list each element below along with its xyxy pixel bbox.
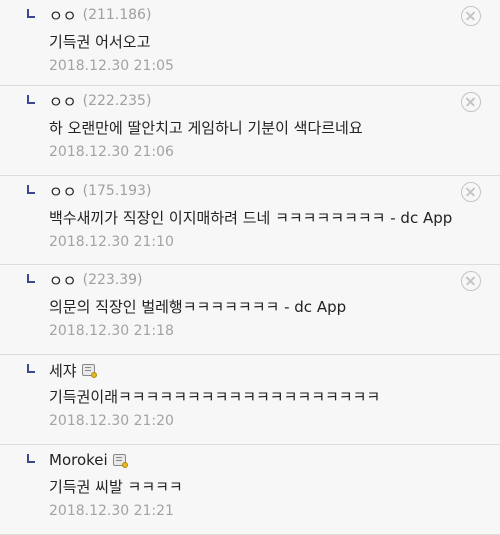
reply-arrow-icon [27, 95, 35, 104]
comment-text: 기득권 어서오고 [49, 33, 151, 51]
comment-text: 하 오랜만에 딸안치고 게임하니 기분이 색다르네요 [49, 119, 363, 137]
comment-text: 의문의 직장인 벌레행ㅋㅋㅋㅋㅋㅋㅋ - dc App [49, 298, 347, 316]
comment-text: 기득권 씨발 ㅋㅋㅋㅋ [49, 478, 183, 496]
comment-author-line: ㅇㅇ (223.39) [49, 269, 143, 291]
delete-comment-button[interactable] [461, 182, 481, 202]
comment-text: 백수새끼가 직장인 이지매하려 드네 ㅋㅋㅋㅋㅋㅋㅋㅋ - dc App [49, 209, 453, 227]
comment-item: 세쟈 기득권이래ㅋㅋㅋㅋㅋㅋㅋㅋㅋㅋㅋㅋㅋㅋㅋㅋㅋㅋㅋ 2018.12.30 2… [0, 355, 500, 445]
comment-date: 2018.12.30 21:20 [49, 413, 174, 429]
comment-author-line: ㅇㅇ (211.186) [49, 4, 151, 26]
reply-arrow-icon [27, 185, 35, 194]
comment-ip: (223.39) [82, 272, 143, 288]
reply-arrow-icon [27, 9, 35, 18]
comment-text: 기득권이래ㅋㅋㅋㅋㅋㅋㅋㅋㅋㅋㅋㅋㅋㅋㅋㅋㅋㅋㅋ [49, 388, 381, 406]
comment-ip: (222.235) [82, 93, 152, 109]
comment-author[interactable]: ㅇㅇ [49, 270, 77, 291]
comment-date: 2018.12.30 21:18 [49, 323, 174, 339]
delete-comment-button[interactable] [461, 271, 481, 291]
comment-ip: (211.186) [82, 7, 152, 23]
reply-arrow-icon [27, 454, 35, 463]
comment-author[interactable]: Morokei [49, 451, 108, 469]
comment-author[interactable]: ㅇㅇ [49, 91, 77, 112]
comment-list: ㅇㅇ (211.186) 기득권 어서오고 2018.12.30 21:05 ㅇ… [0, 0, 500, 535]
comment-ip: (175.193) [82, 183, 152, 199]
comment-author-line: ㅇㅇ (175.193) [49, 180, 151, 202]
comment-item: ㅇㅇ (223.39) 의문의 직장인 벌레행ㅋㅋㅋㅋㅋㅋㅋ - dc App … [0, 265, 500, 355]
comment-author-line: Morokei [49, 449, 128, 471]
comment-item: ㅇㅇ (222.235) 하 오랜만에 딸안치고 게임하니 기분이 색다르네요 … [0, 86, 500, 176]
comment-author-line: 세쟈 [49, 359, 97, 381]
gallog-memo-icon[interactable] [112, 454, 128, 468]
delete-comment-button[interactable] [461, 6, 481, 26]
comment-author[interactable]: ㅇㅇ [49, 5, 77, 26]
comment-item: ㅇㅇ (211.186) 기득권 어서오고 2018.12.30 21:05 [0, 0, 500, 86]
comment-date: 2018.12.30 21:10 [49, 234, 174, 250]
delete-comment-button[interactable] [461, 92, 481, 112]
reply-arrow-icon [27, 364, 35, 373]
comment-date: 2018.12.30 21:21 [49, 503, 174, 519]
comment-date: 2018.12.30 21:05 [49, 58, 174, 74]
reply-arrow-icon [27, 274, 35, 283]
comment-item: ㅇㅇ (175.193) 백수새끼가 직장인 이지매하려 드네 ㅋㅋㅋㅋㅋㅋㅋㅋ… [0, 176, 500, 265]
comment-author-line: ㅇㅇ (222.235) [49, 90, 151, 112]
comment-item: Morokei 기득권 씨발 ㅋㅋㅋㅋ 2018.12.30 21:21 [0, 445, 500, 535]
comment-date: 2018.12.30 21:06 [49, 144, 174, 160]
gallog-memo-icon[interactable] [81, 364, 97, 378]
comment-author[interactable]: 세쟈 [49, 360, 77, 381]
comment-author[interactable]: ㅇㅇ [49, 181, 77, 202]
